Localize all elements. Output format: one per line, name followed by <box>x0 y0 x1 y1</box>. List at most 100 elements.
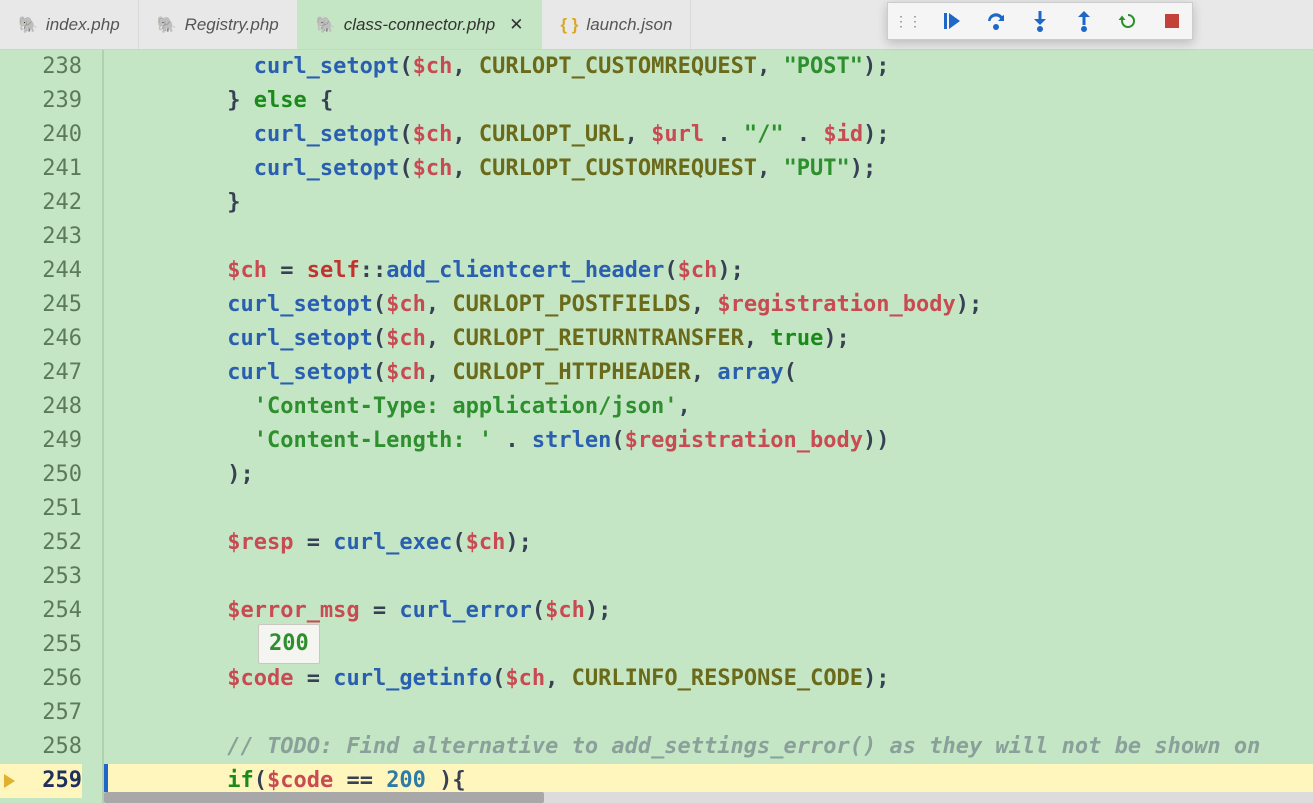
current-line-marker-icon <box>4 774 15 788</box>
code-line[interactable]: curl_setopt($ch, CURLOPT_CUSTOMREQUEST, … <box>104 50 1313 84</box>
token-str: "POST" <box>784 54 863 79</box>
tab-registry-php[interactable]: 🐘 Registry.php <box>139 0 298 49</box>
token-punct: , <box>452 156 479 181</box>
code-line[interactable]: 'Content-Type: application/json', <box>104 390 1313 424</box>
code-line[interactable] <box>104 220 1313 254</box>
token-var: $ch <box>386 360 426 385</box>
token-var: $code <box>267 768 333 793</box>
token-punct: ( <box>611 428 624 453</box>
token-punct: = <box>293 530 333 555</box>
line-number: 243 <box>0 220 82 254</box>
token-punct: ( <box>399 156 412 181</box>
token-punct: , <box>426 326 453 351</box>
token-punct: ( <box>532 598 545 623</box>
json-icon: { } <box>560 15 578 35</box>
line-number: 254 <box>0 594 82 628</box>
code-line[interactable]: curl_setopt($ch, CURLOPT_CUSTOMREQUEST, … <box>104 152 1313 186</box>
line-number: 259 <box>0 764 82 798</box>
token-kw: true <box>770 326 823 351</box>
token-str: 'Content-Type: application/json' <box>254 394 678 419</box>
line-number: 244 <box>0 254 82 288</box>
code-line[interactable]: 'Content-Length: ' . strlen($registratio… <box>104 424 1313 458</box>
token-punct: , <box>744 326 771 351</box>
token-var: $registration_body <box>625 428 863 453</box>
step-out-button[interactable] <box>1070 7 1098 35</box>
token-fn: add_clientcert_header <box>386 258 664 283</box>
token-punct: { <box>307 88 334 113</box>
token-punct: ); <box>850 156 877 181</box>
code-line[interactable]: $ch = self::add_clientcert_header($ch); <box>104 254 1313 288</box>
tab-class-connector-php[interactable]: 🐘 class-connector.php ✕ <box>298 0 543 49</box>
token-fn: curl_error <box>399 598 531 623</box>
line-number: 252 <box>0 526 82 560</box>
tab-index-php[interactable]: 🐘 index.php <box>0 0 139 49</box>
line-number: 241 <box>0 152 82 186</box>
close-icon[interactable]: ✕ <box>509 15 523 35</box>
token-punct: ( <box>784 360 797 385</box>
stop-button[interactable] <box>1158 7 1186 35</box>
tab-launch-json[interactable]: { } launch.json <box>542 0 691 49</box>
code-line[interactable]: curl_setopt($ch, CURLOPT_POSTFIELDS, $re… <box>104 288 1313 322</box>
debug-toolbar[interactable]: ⋮⋮ <box>887 2 1193 40</box>
token-var: $ch <box>227 258 267 283</box>
token-fn: curl_setopt <box>227 360 373 385</box>
scrollbar-thumb[interactable] <box>104 792 544 803</box>
token-fn: array <box>717 360 783 385</box>
line-number: 251 <box>0 492 82 526</box>
code-line[interactable]: } <box>104 186 1313 220</box>
code-line[interactable]: curl_setopt($ch, CURLOPT_HTTPHEADER, arr… <box>104 356 1313 390</box>
token-punct: :: <box>360 258 387 283</box>
code-line[interactable] <box>104 696 1313 730</box>
token-punct: ); <box>717 258 744 283</box>
code-line[interactable] <box>104 492 1313 526</box>
code-line[interactable]: ); <box>104 458 1313 492</box>
token-punct: . <box>492 428 532 453</box>
token-punct: )) <box>863 428 890 453</box>
token-str: 'Content-Length: ' <box>254 428 492 453</box>
step-over-button[interactable] <box>982 7 1010 35</box>
token-punct: = <box>267 258 307 283</box>
token-punct: ( <box>399 54 412 79</box>
php-icon: 🐘 <box>18 15 38 35</box>
token-str: "PUT" <box>784 156 850 181</box>
code-line[interactable]: $error_msg = curl_error($ch); <box>104 594 1313 628</box>
token-punct: = <box>360 598 400 623</box>
token-punct: ( <box>254 768 267 793</box>
token-kw: if <box>227 768 254 793</box>
code-line[interactable]: $code = curl_getinfo($ch, CURLINFO_RESPO… <box>104 662 1313 696</box>
token-punct: ); <box>585 598 612 623</box>
line-number: 242 <box>0 186 82 220</box>
tab-label: Registry.php <box>185 15 279 35</box>
continue-button[interactable] <box>938 7 966 35</box>
line-number: 255 <box>0 628 82 662</box>
token-punct: ( <box>492 666 505 691</box>
token-kw: else <box>254 88 307 113</box>
code-line[interactable] <box>104 560 1313 594</box>
code-line[interactable]: curl_setopt($ch, CURLOPT_URL, $url . "/"… <box>104 118 1313 152</box>
line-number-gutter: 2382392402412422432442452462472482492502… <box>0 50 104 803</box>
code-area[interactable]: curl_setopt($ch, CURLOPT_CUSTOMREQUEST, … <box>104 50 1313 803</box>
code-line[interactable]: } else { <box>104 84 1313 118</box>
token-punct: , <box>691 360 718 385</box>
line-number: 248 <box>0 390 82 424</box>
token-punct: ); <box>863 666 890 691</box>
token-var: $ch <box>466 530 506 555</box>
token-fn: strlen <box>532 428 611 453</box>
token-var: $code <box>227 666 293 691</box>
token-fn: curl_exec <box>333 530 452 555</box>
token-punct: , <box>757 54 784 79</box>
token-var: $registration_body <box>717 292 955 317</box>
code-editor[interactable]: 2382392402412422432442452462472482492502… <box>0 50 1313 803</box>
tab-label: class-connector.php <box>344 15 496 35</box>
code-line[interactable]: $resp = curl_exec($ch); <box>104 526 1313 560</box>
token-const: CURLINFO_RESPONSE_CODE <box>572 666 863 691</box>
horizontal-scrollbar[interactable] <box>104 792 1313 803</box>
drag-handle-icon[interactable]: ⋮⋮ <box>894 13 922 30</box>
line-number: 256 <box>0 662 82 696</box>
code-line[interactable]: curl_setopt($ch, CURLOPT_RETURNTRANSFER,… <box>104 322 1313 356</box>
token-punct: , <box>691 292 718 317</box>
token-var: $ch <box>545 598 585 623</box>
step-into-button[interactable] <box>1026 7 1054 35</box>
restart-button[interactable] <box>1114 7 1142 35</box>
code-line[interactable]: // TODO: Find alternative to add_setting… <box>104 730 1313 764</box>
